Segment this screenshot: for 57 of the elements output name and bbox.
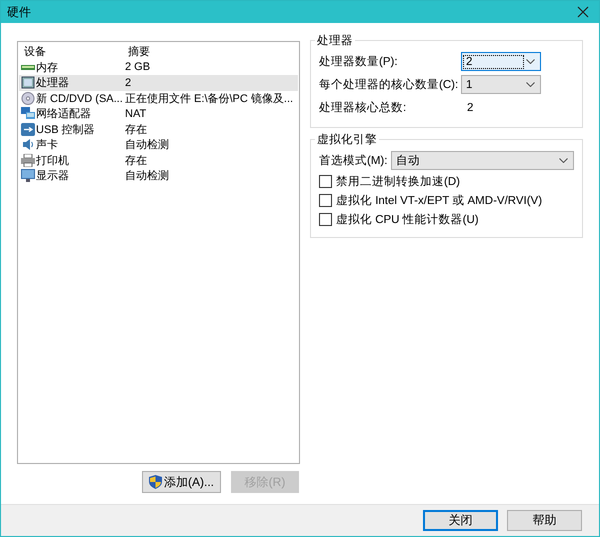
group-title: 处理器 bbox=[316, 34, 354, 48]
add-button[interactable]: 添加(A)... bbox=[142, 471, 221, 493]
device-name: USB 控制器 bbox=[36, 122, 95, 137]
device-name: 内存 bbox=[36, 60, 58, 75]
chevron-down-icon bbox=[526, 82, 535, 87]
checkbox[interactable] bbox=[319, 175, 332, 188]
checkbox[interactable] bbox=[319, 213, 332, 226]
dropdown[interactable]: 自动 bbox=[391, 151, 574, 170]
device-row[interactable]: USB 控制器 存在 bbox=[19, 122, 298, 137]
processor-chip-icon bbox=[21, 76, 35, 90]
device-summary: 2 bbox=[124, 76, 132, 89]
device-row[interactable]: 显示器 自动检测 bbox=[19, 168, 298, 184]
field-value: 2 bbox=[466, 102, 474, 114]
checkbox-label: 虚拟化 CPU 性能计数器(U) bbox=[336, 212, 479, 227]
close-button[interactable]: 关闭 bbox=[423, 510, 498, 531]
dropdown[interactable]: 2 bbox=[461, 52, 541, 71]
close-icon[interactable] bbox=[577, 6, 589, 18]
device-summary: NAT bbox=[124, 108, 146, 120]
group-title: 虚拟化引擎 bbox=[316, 132, 378, 147]
device-name: 打印机 bbox=[36, 154, 69, 168]
device-summary: 存在 bbox=[124, 122, 147, 137]
device-summary: 自动检测 bbox=[124, 138, 169, 152]
device-name: 显示器 bbox=[36, 169, 69, 184]
help-button[interactable]: 帮助 bbox=[507, 510, 582, 531]
device-name: 处理器 bbox=[36, 76, 69, 90]
device-summary: 2 GB bbox=[124, 61, 150, 74]
chevron-down-icon bbox=[559, 158, 568, 163]
speaker-icon bbox=[21, 138, 35, 152]
device-summary: 正在使用文件 E:\备份\PC 镜像及... bbox=[124, 92, 294, 106]
field-label: 每个处理器的核心数量(C): bbox=[319, 77, 460, 92]
device-summary: 存在 bbox=[124, 154, 147, 168]
field-label: 首选模式(M): bbox=[319, 154, 388, 168]
window-title: 硬件 bbox=[7, 4, 31, 20]
device-name: 新 CD/DVD (SA... bbox=[36, 92, 123, 106]
device-row[interactable]: 新 CD/DVD (SA... 正在使用文件 E:\备份\PC 镜像及... bbox=[19, 90, 298, 106]
device-row[interactable]: 处理器 2 bbox=[19, 75, 298, 90]
device-row[interactable]: 内存 2 GB bbox=[19, 60, 298, 75]
device-name: 网络适配器 bbox=[36, 107, 91, 122]
field-label: 处理器数量(P): bbox=[319, 54, 399, 69]
chevron-down-icon bbox=[526, 59, 535, 64]
device-row[interactable]: 声卡 自动检测 bbox=[19, 137, 298, 152]
disc-icon bbox=[21, 92, 35, 105]
device-row[interactable]: 网络适配器 NAT bbox=[19, 106, 298, 122]
field-label: 处理器核心总数: bbox=[319, 100, 408, 115]
usb-icon bbox=[21, 122, 35, 136]
checkbox-label: 禁用二进制转换加速(D) bbox=[336, 174, 460, 189]
checkbox[interactable] bbox=[319, 194, 332, 207]
device-row[interactable]: 打印机 存在 bbox=[19, 152, 298, 168]
device-summary: 自动检测 bbox=[124, 169, 169, 184]
column-header[interactable]: 摘要 bbox=[126, 44, 150, 60]
device-name: 声卡 bbox=[36, 138, 58, 152]
monitor-icon bbox=[21, 169, 35, 182]
network-monitor-icon bbox=[21, 107, 35, 120]
checkbox-label: 虚拟化 Intel VT-x/EPT 或 AMD-V/RVI(V) bbox=[336, 194, 542, 208]
printer-icon bbox=[21, 154, 35, 167]
dropdown[interactable]: 1 bbox=[461, 75, 541, 94]
column-header[interactable]: 设备 bbox=[19, 44, 126, 60]
